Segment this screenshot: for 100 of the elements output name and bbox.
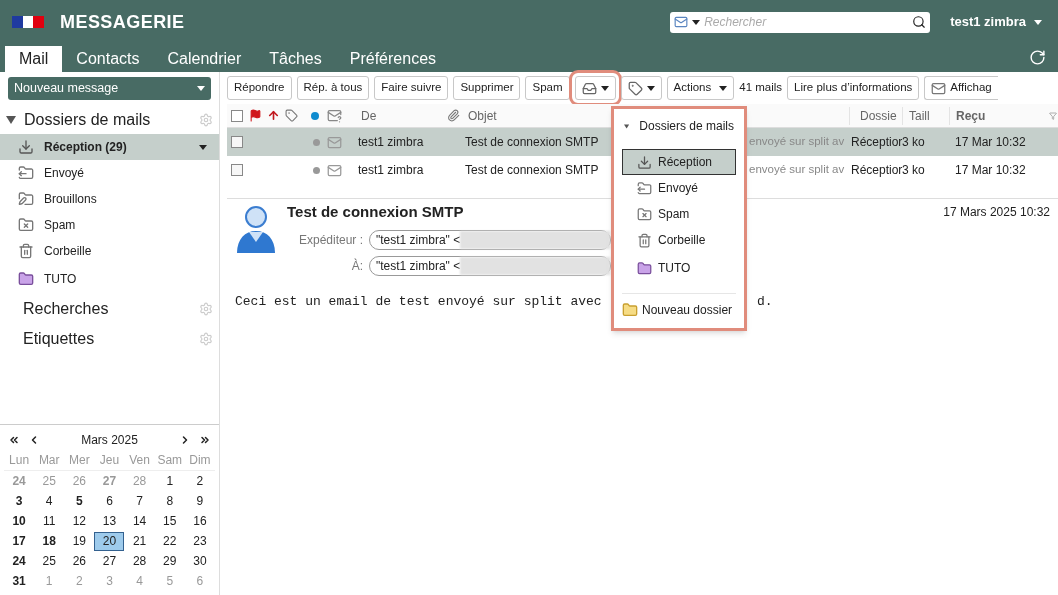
- section-heading[interactable]: Recherches: [23, 297, 199, 321]
- column-header[interactable]: Taill: [902, 106, 949, 125]
- folder-cell-text: Réceptior: [850, 134, 902, 151]
- calendar-day[interactable]: 4: [34, 491, 65, 511]
- search-field[interactable]: Rechercher: [704, 13, 909, 31]
- menu-item[interactable]: TUTO: [622, 253, 736, 283]
- weekday-label: Sam: [156, 452, 184, 469]
- checkbox[interactable]: [231, 136, 243, 148]
- calendar-day[interactable]: 25: [34, 551, 65, 571]
- nav-tab[interactable]: Contacts: [62, 46, 154, 72]
- expand-triangle-icon[interactable]: [6, 115, 16, 125]
- toolbar-button[interactable]: Lire plus d’informations: [787, 76, 920, 100]
- paperclip-icon[interactable]: [447, 109, 460, 122]
- calendar-day[interactable]: 11: [34, 511, 65, 531]
- calendar-day[interactable]: 20: [94, 531, 125, 551]
- calendar-day[interactable]: 24: [4, 551, 35, 571]
- folder-item[interactable]: TUTO: [0, 264, 219, 294]
- folder-plus-icon: [622, 302, 638, 318]
- calendar-day[interactable]: 8: [154, 491, 185, 511]
- sender-cell-text: test1 zimbra: [357, 134, 425, 151]
- menu-item[interactable]: Nouveau dossier: [614, 294, 744, 326]
- next-year-icon[interactable]: [199, 434, 211, 446]
- app-title: MESSAGERIE: [60, 10, 185, 34]
- calendar-day[interactable]: 12: [64, 511, 95, 531]
- calendar-day[interactable]: 30: [184, 551, 215, 571]
- calendar-day[interactable]: 13: [94, 511, 125, 531]
- calendar-day[interactable]: 17: [4, 531, 35, 551]
- calendar-day[interactable]: 10: [4, 511, 35, 531]
- subject-cell-text: Test de connexion SMTP: [465, 162, 600, 179]
- previous-year-icon[interactable]: [8, 434, 20, 446]
- calendar-day[interactable]: 14: [124, 511, 155, 531]
- menu-item[interactable]: Spam: [622, 201, 736, 227]
- new-message-button[interactable]: Nouveau message: [8, 76, 211, 100]
- nav-tab[interactable]: Tâches: [255, 46, 336, 72]
- calendar-day[interactable]: 27: [94, 551, 125, 571]
- tag-icon[interactable]: [285, 109, 298, 122]
- folder-item[interactable]: Réception (29): [0, 134, 219, 160]
- column-header[interactable]: Objet: [465, 106, 609, 125]
- envelope-question-icon[interactable]: [327, 108, 342, 123]
- menu-item[interactable]: Corbeille: [622, 227, 736, 253]
- refresh-icon[interactable]: [1029, 49, 1046, 66]
- folder-item[interactable]: Corbeille: [0, 238, 219, 264]
- folder-item[interactable]: Envoyé: [0, 160, 219, 186]
- toolbar-button[interactable]: Rép. à tous: [296, 76, 370, 100]
- nav-tab[interactable]: Calendrier: [153, 46, 256, 72]
- menu-item[interactable]: Réception: [622, 149, 736, 175]
- column-header[interactable]: Reçu: [949, 106, 1049, 125]
- calendar-day[interactable]: 2: [184, 471, 215, 491]
- actions-menu-button[interactable]: Actions: [666, 76, 735, 100]
- calendar-day[interactable]: 9: [184, 491, 215, 511]
- folder-icon: [18, 271, 34, 287]
- tray-download-icon: [637, 154, 652, 170]
- calendar-day[interactable]: 19: [64, 531, 95, 551]
- weekday-label: Dim: [188, 452, 212, 469]
- fragment-cell-text: envoyé sur split av: [749, 134, 846, 150]
- tag-icon: [627, 80, 643, 96]
- calendar-day[interactable]: 26: [64, 551, 95, 571]
- checkbox[interactable]: [231, 109, 243, 122]
- message-subject: Test de connexion SMTP: [287, 202, 464, 222]
- caret-icon: [197, 85, 205, 91]
- tray-download-icon: [18, 139, 34, 155]
- nav-tab[interactable]: Mail: [5, 46, 63, 72]
- size-cell-text: 3 ko: [902, 134, 926, 151]
- view-button[interactable]: Affichag: [924, 76, 998, 100]
- toolbar-button[interactable]: Spam: [525, 76, 570, 100]
- caret-icon: [646, 85, 655, 91]
- calendar-day[interactable]: 29: [154, 551, 185, 571]
- column-header[interactable]: De: [355, 106, 447, 125]
- folder-item[interactable]: Brouillons: [0, 186, 219, 212]
- calendar-day[interactable]: 18: [34, 531, 65, 551]
- search-bar[interactable]: Rechercher: [670, 11, 931, 33]
- calendar-day[interactable]: 6: [94, 491, 125, 511]
- calendar-day[interactable]: 1: [154, 471, 185, 491]
- calendar-day[interactable]: 15: [154, 511, 185, 531]
- flag-icon[interactable]: [249, 109, 262, 122]
- message-date: 17 Mars 2025 10:32: [943, 204, 1050, 221]
- toolbar-button[interactable]: Supprimer: [453, 76, 521, 100]
- nav-tab[interactable]: Préférences: [335, 46, 451, 72]
- calendar-day[interactable]: 21: [124, 531, 155, 551]
- column-header[interactable]: Dossie: [849, 106, 902, 125]
- calendar-day[interactable]: 28: [124, 551, 155, 571]
- toolbar-button[interactable]: Faire suivre: [374, 76, 449, 100]
- folder-item[interactable]: Spam: [0, 212, 219, 238]
- calendar-day[interactable]: 16: [184, 511, 215, 531]
- calendar-day[interactable]: 5: [64, 491, 95, 511]
- trash-icon: [18, 243, 34, 259]
- section-heading[interactable]: Etiquettes: [23, 327, 199, 351]
- toolbar-button[interactable]: Répondre: [227, 76, 292, 100]
- calendar-day[interactable]: 22: [154, 531, 185, 551]
- menu-item[interactable]: Envoyé: [622, 175, 736, 201]
- calendar-day[interactable]: 31: [4, 571, 35, 591]
- caret-icon: [199, 144, 207, 150]
- user-menu[interactable]: test1 zimbra: [950, 12, 1042, 32]
- priority-arrow-icon[interactable]: [267, 109, 280, 122]
- tag-button[interactable]: [620, 76, 662, 100]
- calendar-month: Mars 2025: [80, 432, 139, 449]
- checkbox[interactable]: [231, 164, 243, 176]
- calendar-day[interactable]: 3: [4, 491, 35, 511]
- calendar-day[interactable]: 7: [124, 491, 155, 511]
- calendar-day[interactable]: 23: [184, 531, 215, 551]
